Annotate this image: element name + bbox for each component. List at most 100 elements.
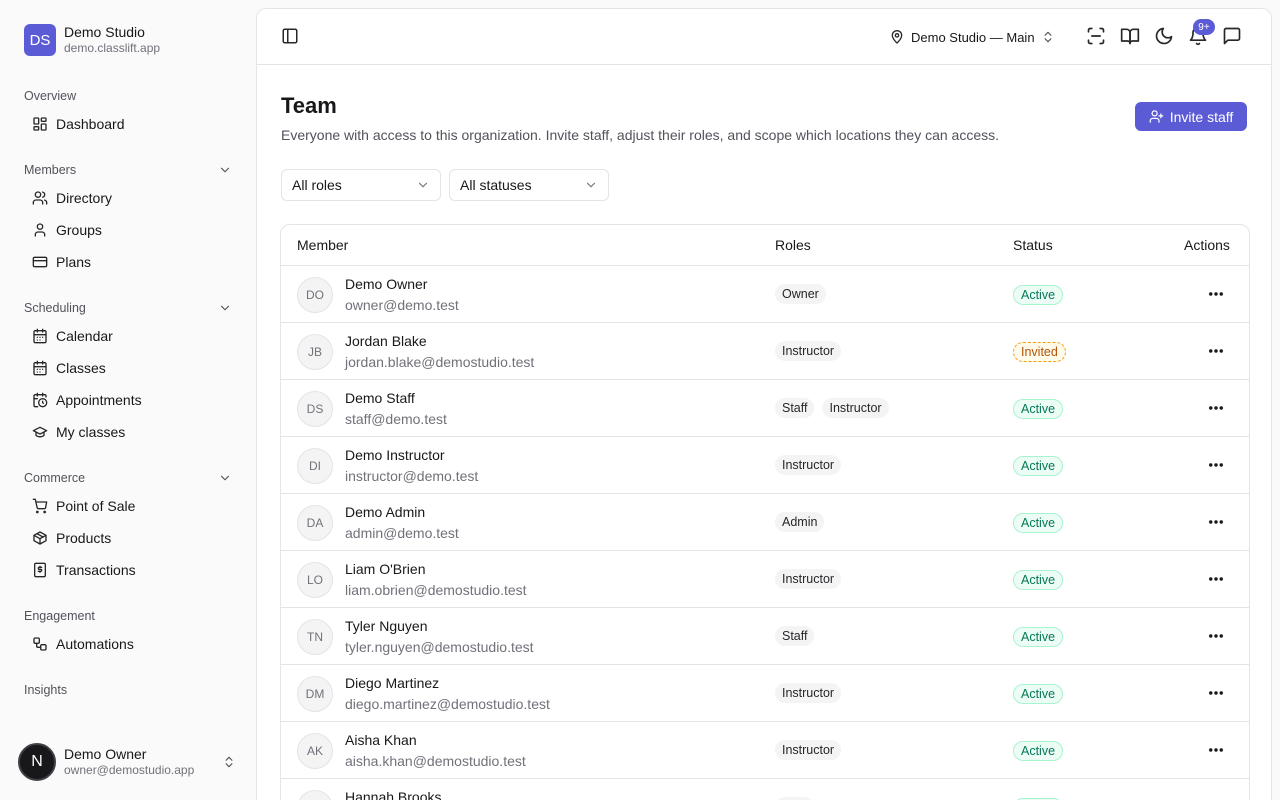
member-name: Jordan Blake bbox=[345, 333, 427, 349]
member-name: Demo Admin bbox=[345, 504, 426, 520]
message-square-icon bbox=[1223, 27, 1241, 45]
location-switcher[interactable]: Demo Studio — Main bbox=[889, 27, 1055, 47]
sidebar-item-calendar[interactable]: Calendar bbox=[24, 320, 232, 352]
sidebar-item-label: Classes bbox=[56, 360, 106, 376]
main-panel: Demo Studio — Main 9+ Team Everyone with… bbox=[256, 8, 1272, 800]
row-actions-button[interactable] bbox=[1207, 513, 1227, 533]
sidebar-item-products[interactable]: Products bbox=[24, 522, 232, 554]
sidebar-item-directory[interactable]: Directory bbox=[24, 182, 232, 214]
nav-group-header-members[interactable]: Members bbox=[24, 160, 232, 180]
more-horizontal-icon bbox=[1209, 748, 1223, 752]
more-horizontal-icon bbox=[1209, 520, 1223, 524]
sidebar-item-dashboard[interactable]: Dashboard bbox=[24, 108, 232, 140]
row-actions-button[interactable] bbox=[1207, 285, 1227, 305]
sidebar-item-label: Automations bbox=[56, 636, 134, 652]
status-badge: Invited bbox=[1013, 342, 1066, 362]
location-label: Demo Studio — Main bbox=[911, 29, 1035, 45]
member-avatar: LO bbox=[297, 562, 333, 598]
sidebar: DS Demo Studio demo.classlift.app Overvi… bbox=[0, 0, 256, 800]
status-badge: Active bbox=[1013, 456, 1064, 476]
scan-button[interactable] bbox=[1086, 26, 1108, 48]
nav-group-label: Engagement bbox=[24, 609, 95, 623]
sidebar-item-point-of-sale[interactable]: Point of Sale bbox=[24, 490, 232, 522]
nav-group-overview: Overview Dashboard bbox=[24, 86, 232, 140]
member-avatar: DM bbox=[297, 676, 333, 712]
member-roles: Staff bbox=[775, 626, 815, 646]
member-name: Demo Staff bbox=[345, 390, 415, 406]
invite-staff-button[interactable]: Invite staff bbox=[1135, 102, 1247, 131]
table-body: DO Demo Owner owner@demo.test Owner Active JB… bbox=[281, 266, 1249, 800]
table-row: HBHannah BrooksStaffActive bbox=[281, 779, 1249, 800]
page-title: Team bbox=[281, 93, 337, 118]
role-chip: Staff bbox=[775, 398, 815, 418]
messages-button[interactable] bbox=[1222, 26, 1244, 48]
dashboard-icon bbox=[33, 117, 47, 131]
sidebar-item-appointments[interactable]: Appointments bbox=[24, 384, 232, 416]
member-avatar: HB bbox=[297, 790, 333, 800]
theme-toggle-button[interactable] bbox=[1154, 26, 1176, 48]
user-name: Demo Owner bbox=[64, 746, 147, 762]
nav-group-header-overview: Overview bbox=[24, 86, 232, 106]
org-switcher[interactable]: DS Demo Studio demo.classlift.app bbox=[24, 24, 160, 56]
status-filter-value: All statuses bbox=[460, 177, 532, 193]
member-name: Demo Instructor bbox=[345, 447, 445, 463]
calendar-icon bbox=[33, 360, 47, 376]
sidebar-item-label: Directory bbox=[56, 190, 113, 206]
sidebar-item-automations[interactable]: Automations bbox=[24, 628, 232, 660]
member-roles: Instructor bbox=[775, 341, 842, 361]
org-name: Demo Studio bbox=[64, 24, 145, 40]
member-email: jordan.blake@demostudio.test bbox=[345, 354, 535, 370]
column-header-member: Member bbox=[297, 237, 349, 253]
role-filter-select[interactable]: All roles bbox=[281, 169, 441, 201]
sidebar-item-label: Calendar bbox=[56, 328, 113, 344]
row-actions-button[interactable] bbox=[1207, 456, 1227, 476]
chevron-down-icon bbox=[220, 305, 230, 311]
nav-group-label: Scheduling bbox=[24, 301, 86, 315]
row-actions-button[interactable] bbox=[1207, 741, 1227, 761]
sidebar-toggle-button[interactable] bbox=[281, 27, 301, 47]
row-actions-button[interactable] bbox=[1207, 570, 1227, 590]
more-horizontal-icon bbox=[1209, 691, 1223, 695]
nav-group-header-engagement: Engagement bbox=[24, 606, 232, 626]
row-actions-button[interactable] bbox=[1207, 684, 1227, 704]
user-plus-icon bbox=[1149, 110, 1164, 123]
nav-group-header-commerce[interactable]: Commerce bbox=[24, 468, 232, 488]
nav-group-label: Members bbox=[24, 163, 77, 177]
nav-group-members: Members Directory Groups Plans bbox=[24, 160, 232, 278]
status-badge: Active bbox=[1013, 513, 1064, 533]
nav-group-insights: Insights bbox=[24, 680, 232, 700]
sidebar-item-label: Groups bbox=[56, 222, 102, 238]
row-actions-button[interactable] bbox=[1207, 342, 1227, 362]
status-filter-select[interactable]: All statuses bbox=[449, 169, 609, 201]
org-domain: demo.classlift.app bbox=[64, 41, 161, 55]
member-name: Aisha Khan bbox=[345, 732, 417, 748]
sidebar-item-plans[interactable]: Plans bbox=[24, 246, 232, 278]
docs-button[interactable] bbox=[1120, 26, 1142, 48]
sidebar-item-groups[interactable]: Groups bbox=[24, 214, 232, 246]
nav-group-header-scheduling[interactable]: Scheduling bbox=[24, 298, 232, 318]
user-menu[interactable]: N Demo Owner owner@demostudio.app bbox=[18, 742, 236, 782]
sidebar-item-my-classes[interactable]: My classes bbox=[24, 416, 232, 448]
member-name: Hannah Brooks bbox=[345, 789, 442, 800]
sidebar-item-label: Transactions bbox=[56, 562, 136, 578]
row-actions-button[interactable] bbox=[1207, 399, 1227, 419]
row-actions-button[interactable] bbox=[1207, 627, 1227, 647]
member-roles: Staff Instructor bbox=[775, 398, 889, 418]
table-row: DA Demo Admin admin@demo.test Admin Active bbox=[281, 494, 1249, 551]
nav-group-label: Insights bbox=[24, 683, 68, 697]
sidebar-item-classes[interactable]: Classes bbox=[24, 352, 232, 384]
chevron-down-icon bbox=[418, 182, 428, 188]
status-badge: Active bbox=[1013, 741, 1064, 761]
member-avatar: TN bbox=[297, 619, 333, 655]
nav-group-header-insights: Insights bbox=[24, 680, 232, 700]
member-roles: Admin bbox=[775, 512, 825, 532]
sidebar-item-transactions[interactable]: Transactions bbox=[24, 554, 232, 586]
user-text: Demo Owner owner@demostudio.app bbox=[64, 746, 222, 778]
workflow-icon bbox=[33, 637, 47, 651]
column-header-status: Status bbox=[1013, 237, 1053, 253]
notification-badge: 9+ bbox=[1193, 19, 1215, 35]
member-name: Diego Martinez bbox=[345, 675, 440, 691]
member-avatar: DA bbox=[297, 505, 333, 541]
nav-group-label: Overview bbox=[24, 89, 77, 103]
role-chip: Instructor bbox=[775, 740, 842, 760]
